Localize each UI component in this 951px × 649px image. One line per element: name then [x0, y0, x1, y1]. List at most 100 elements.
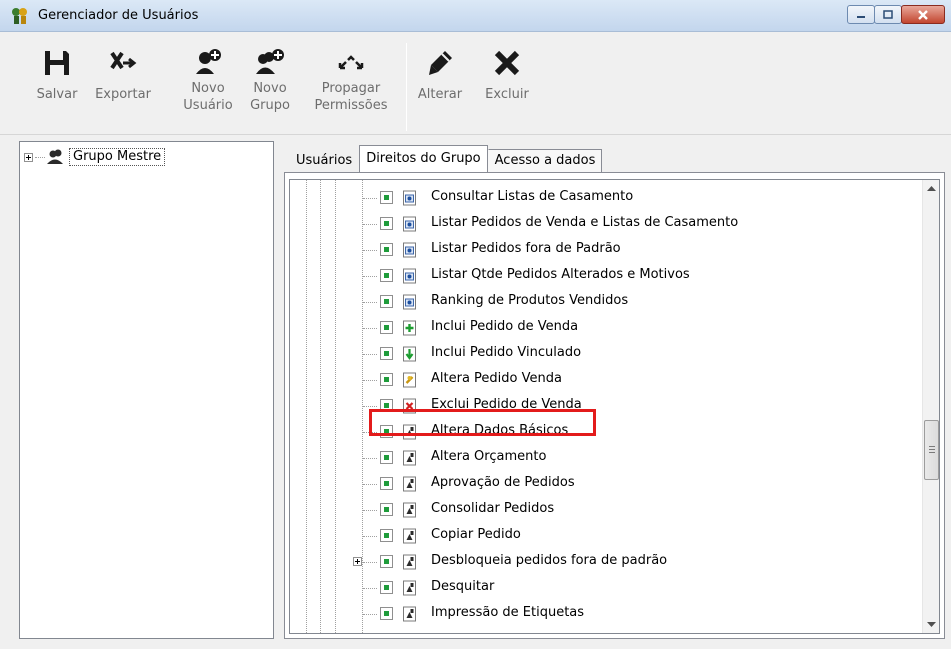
tree-connector [363, 380, 377, 381]
permission-row[interactable]: Copiar Pedido [290, 523, 910, 549]
report-icon [403, 216, 416, 232]
tab-users[interactable]: Usuários [289, 149, 359, 173]
close-button[interactable] [901, 5, 945, 24]
permission-row[interactable]: Altera Orçamento [290, 445, 910, 471]
propagate-permissions-button[interactable]: Propagar Permissões [303, 33, 399, 133]
permission-row[interactable]: Consultar Listas de Casamento [290, 185, 910, 211]
tree-connector [363, 562, 377, 563]
tab-group-rights[interactable]: Direitos do Grupo [359, 145, 488, 173]
permission-label: Copiar Pedido [431, 527, 521, 542]
permission-checkbox[interactable] [380, 503, 393, 516]
permission-row[interactable]: Altera Pedido Venda [290, 367, 910, 393]
permission-tree: Consultar Listas de Casamento Listar Pedi… [289, 179, 940, 634]
grip-line [929, 449, 935, 450]
propagate-label-1: Propagar [321, 81, 381, 96]
edit-document-icon [403, 372, 416, 388]
new-group-label-1: Novo [253, 81, 287, 96]
export-button[interactable]: Exportar [90, 33, 156, 133]
tree-connector [363, 588, 377, 589]
permission-row[interactable]: Listar Pedidos fora de Padrão [290, 237, 910, 263]
tree-connector [363, 276, 377, 277]
export-label: Exportar [95, 87, 151, 102]
tree-connector [363, 224, 377, 225]
permission-label: Inclui Pedido Vinculado [431, 345, 582, 360]
app-icon [12, 8, 27, 24]
expand-icon[interactable] [353, 557, 362, 566]
scroll-down-button[interactable] [923, 616, 939, 633]
tree-connector [363, 484, 377, 485]
permission-checkbox[interactable] [380, 321, 393, 334]
permission-label: Listar Pedidos de Venda e Listas de Casa… [431, 215, 739, 230]
permission-row[interactable]: Desbloqueia pedidos fora de padrão [290, 549, 910, 575]
scroll-up-button[interactable] [923, 180, 939, 197]
add-linked-document-icon [403, 346, 416, 362]
permission-checkbox[interactable] [380, 477, 393, 490]
window-controls [847, 5, 945, 25]
permission-row[interactable]: Ranking de Produtos Vendidos [290, 289, 910, 315]
permission-checkbox[interactable] [380, 243, 393, 256]
permission-row[interactable]: Consolidar Pedidos [290, 497, 910, 523]
permission-row[interactable]: Aprovação de Pedidos [290, 471, 910, 497]
maximize-button[interactable] [874, 5, 902, 24]
tree-connector [363, 458, 377, 459]
permission-checkbox[interactable] [380, 269, 393, 282]
document-icon [403, 502, 416, 518]
new-user-label-1: Novo [191, 81, 225, 96]
toolbar-separator [406, 43, 407, 131]
permission-row[interactable]: Inclui Pedido Vinculado [290, 341, 910, 367]
permission-checkbox[interactable] [380, 347, 393, 360]
report-icon [403, 190, 416, 206]
permission-checkbox[interactable] [380, 191, 393, 204]
permission-row[interactable]: Listar Qtde Pedidos Alterados e Motivos [290, 263, 910, 289]
delete-button[interactable]: Excluir [478, 33, 536, 133]
document-icon [403, 554, 416, 570]
tree-connector [363, 198, 377, 199]
tree-connector [363, 614, 377, 615]
arrow-down-icon [927, 621, 936, 627]
propagate-label-2: Permissões [314, 98, 388, 113]
document-icon [403, 476, 416, 492]
permission-row[interactable]: Desquitar [290, 575, 910, 601]
new-user-button[interactable]: Novo Usuário [178, 33, 238, 133]
permission-checkbox[interactable] [380, 581, 393, 594]
permission-label: Consultar Listas de Casamento [431, 189, 634, 204]
expand-icon[interactable] [24, 152, 33, 162]
edit-button[interactable]: Alterar [415, 33, 465, 133]
permission-label: Impressão de Etiquetas [431, 605, 585, 620]
close-icon [918, 9, 928, 20]
add-group-icon [256, 49, 284, 74]
scrollbar-thumb[interactable] [924, 420, 939, 480]
grip-line [929, 446, 935, 447]
toolbar: Salvar Exportar Novo Usuário Novo Grupo [0, 33, 951, 135]
vertical-scrollbar[interactable] [922, 180, 939, 633]
save-button[interactable]: Salvar [33, 33, 81, 133]
delete-label: Excluir [485, 87, 529, 102]
group-label[interactable]: Grupo Mestre [69, 148, 166, 166]
permission-checkbox[interactable] [380, 529, 393, 542]
save-icon [45, 51, 69, 75]
tree-node-group[interactable]: Grupo Mestre [24, 147, 166, 167]
permission-row[interactable]: Listar Pedidos de Venda e Listas de Casa… [290, 211, 910, 237]
minimize-button[interactable] [847, 5, 875, 24]
report-icon [403, 268, 416, 284]
permission-checkbox[interactable] [380, 555, 393, 568]
tree-connector [363, 328, 377, 329]
permission-row[interactable]: Inclui Pedido de Venda [290, 315, 910, 341]
new-group-button[interactable]: Novo Grupo [245, 33, 295, 133]
tree-connector [363, 536, 377, 537]
permission-checkbox[interactable] [380, 295, 393, 308]
permission-row[interactable]: Impressão de Etiquetas [290, 601, 910, 627]
permission-label: Consolidar Pedidos [431, 501, 555, 516]
tree-connector [363, 302, 377, 303]
tree-connector [35, 156, 45, 158]
permission-label: Altera Pedido Venda [431, 371, 562, 386]
edit-label: Alterar [417, 87, 463, 102]
permission-checkbox[interactable] [380, 451, 393, 464]
permission-checkbox[interactable] [380, 373, 393, 386]
report-icon [403, 242, 416, 258]
permission-checkbox[interactable] [380, 607, 393, 620]
tab-strip: Usuários Direitos do Grupo Acesso a dado… [289, 145, 603, 173]
permission-label: Inclui Pedido de Venda [431, 319, 579, 334]
permission-checkbox[interactable] [380, 217, 393, 230]
tab-data-access[interactable]: Acesso a dados [487, 149, 603, 173]
